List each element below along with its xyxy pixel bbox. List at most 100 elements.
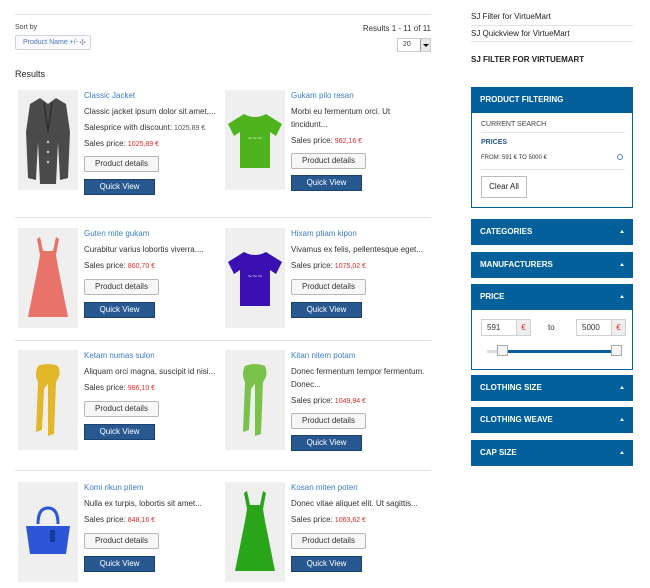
quick-view-button[interactable]: Quick View [291, 435, 362, 451]
product-price: Sales price: 986,10 € [84, 383, 224, 392]
product-info: Komi rikun pitem Nulla ex turpis, lobort… [84, 482, 224, 572]
product-name-link[interactable]: Kosan miten poten [291, 483, 431, 492]
product-price: Sales price: 1025,89 € [84, 139, 224, 148]
product-name-link[interactable]: Komi rikun pitem [84, 483, 224, 492]
product-name-link[interactable]: Hixam ptiam kipon [291, 229, 431, 238]
product-price: Sales price: 1075,02 € [291, 261, 431, 270]
limit-select[interactable]: 20 [397, 38, 431, 52]
quick-view-button[interactable]: Quick View [84, 556, 155, 572]
panel-divider [481, 169, 625, 170]
quick-view-button[interactable]: Quick View [84, 424, 155, 440]
price-slider-max-handle[interactable] [611, 345, 622, 356]
dress-icon [235, 491, 275, 571]
clothing-weave-header[interactable]: CLOTHING WEAVE [471, 407, 633, 433]
row-divider [15, 340, 431, 341]
row-divider [15, 217, 431, 218]
chevron-down-icon [420, 39, 430, 51]
price-value: 962,16 € [334, 138, 363, 145]
product-info: Classic Jacket Classic jacket ipsum dolo… [84, 90, 224, 195]
quick-view-button[interactable]: Quick View [84, 179, 155, 195]
product-image[interactable] [225, 350, 285, 450]
categories-header[interactable]: CATEGORIES [471, 219, 633, 245]
product-image[interactable] [18, 350, 78, 450]
chevron-up-icon [620, 295, 624, 298]
chevron-up-icon [620, 451, 624, 454]
product-card: Classic Jacket Classic jacket ipsum dolo… [15, 90, 220, 200]
price-slider-range [502, 350, 615, 353]
product-price: Sales price: 848,16 € [84, 515, 224, 524]
clear-all-button[interactable]: Clear All [481, 176, 527, 198]
price-value: 1025,89 € [127, 141, 159, 148]
prices-range: FROM: 591 € TO 5000 € [481, 155, 547, 161]
handbag-icon [26, 506, 70, 554]
product-list-area: Sort by Product Name +/- ✢ Results 1 - 1… [15, 14, 431, 582]
svg-text:~~~: ~~~ [247, 135, 262, 142]
sidebar-link-filter[interactable]: SJ Filter for VirtueMart [471, 12, 551, 21]
product-details-button[interactable]: Product details [84, 156, 159, 172]
product-name-link[interactable]: Kitan nitem potam [291, 351, 431, 360]
product-details-button[interactable]: Product details [291, 413, 366, 429]
panel-title: CAP SIZE [480, 448, 517, 457]
product-description: Donec fermentum tempor fermentum. [291, 367, 425, 376]
price-label: Sales price: [291, 396, 333, 405]
product-image[interactable] [18, 90, 78, 190]
product-description: Donec vitae aliquet elit. Ut sagittis... [291, 499, 418, 508]
quick-view-button[interactable]: Quick View [84, 302, 155, 318]
sort-dropdown[interactable]: Product Name +/- ✢ [15, 35, 91, 50]
dress-icon [28, 237, 68, 317]
panel-title: CLOTHING WEAVE [480, 415, 553, 424]
product-details-button[interactable]: Product details [291, 533, 366, 549]
quick-view-button[interactable]: Quick View [291, 556, 362, 572]
product-description: Classic jacket ipsum dolor sit amet,... [84, 107, 216, 116]
price-value: 1075,02 € [334, 263, 366, 270]
product-details-button[interactable]: Product details [291, 153, 366, 169]
tshirt-icon: ~~~ [228, 114, 282, 168]
sidebar-link-quickview[interactable]: SJ Quickview for VirtueMart [471, 29, 570, 38]
product-details-button[interactable]: Product details [84, 279, 159, 295]
price-panel: 591 € to 5000 € [471, 310, 633, 370]
product-name-link[interactable]: Ketam numas sulon [84, 351, 224, 360]
tshirt-icon: ~~~ [228, 252, 282, 306]
module-title: SJ FILTER FOR VIRTUEMART [471, 55, 585, 64]
price-slider-min-handle[interactable] [497, 345, 508, 356]
product-info: Kitan nitem potam Donec fermentum tempor… [291, 350, 431, 451]
cap-size-header[interactable]: CAP SIZE [471, 440, 633, 466]
product-description-more: Donec... [291, 380, 321, 389]
product-description: Morbi eu fermentum orci. Ut [291, 107, 391, 116]
product-image[interactable] [225, 482, 285, 582]
manufacturers-header[interactable]: MANUFACTURERS [471, 252, 633, 278]
product-name-link[interactable]: Guten mite gukam [84, 229, 224, 238]
product-info: Guten mite gukam Curabitur varius lobort… [84, 228, 224, 318]
quick-view-button[interactable]: Quick View [291, 175, 362, 191]
sort-value: Product Name +/- [23, 39, 79, 46]
product-image[interactable]: ~~~ [225, 90, 285, 190]
product-card: Kitan nitem potam Donec fermentum tempor… [222, 350, 427, 460]
product-details-button[interactable]: Product details [84, 533, 159, 549]
product-image[interactable] [18, 482, 78, 582]
product-name-link[interactable]: Classic Jacket [84, 91, 224, 100]
chevron-up-icon [620, 230, 624, 233]
product-card: ~~~ Hixam ptiam kipon Vivamus ex felis, … [222, 228, 427, 338]
results-count: Results 1 - 11 of 11 [362, 24, 431, 33]
quick-view-button[interactable]: Quick View [291, 302, 362, 318]
price-value: 848,16 € [127, 517, 156, 524]
product-card: Ketam numas sulon Aliquam orci magna, su… [15, 350, 220, 460]
scarf-icon [36, 364, 60, 436]
clothing-size-header[interactable]: CLOTHING SIZE [471, 375, 633, 401]
product-image[interactable] [18, 228, 78, 328]
product-description: Nulla ex turpis, lobortis sit amet... [84, 499, 202, 508]
price-min-input[interactable]: 591 € [481, 319, 531, 336]
price-label: Sales price: [84, 383, 126, 392]
price-value: 860,70 € [127, 263, 156, 270]
product-price: Sales price: 962,16 € [291, 136, 431, 145]
product-details-button[interactable]: Product details [84, 401, 159, 417]
product-info: Kosan miten poten Donec vitae aliquet el… [291, 482, 431, 572]
price-max-input[interactable]: 5000 € [576, 319, 626, 336]
remove-filter-icon[interactable] [617, 154, 623, 160]
product-name-link[interactable]: Gukam pilo resan [291, 91, 431, 100]
product-image[interactable]: ~~~ [225, 228, 285, 328]
price-header[interactable]: PRICE [471, 284, 633, 310]
product-details-button[interactable]: Product details [291, 279, 366, 295]
currency-symbol: € [516, 320, 530, 335]
panel-title: PRICE [480, 292, 505, 301]
